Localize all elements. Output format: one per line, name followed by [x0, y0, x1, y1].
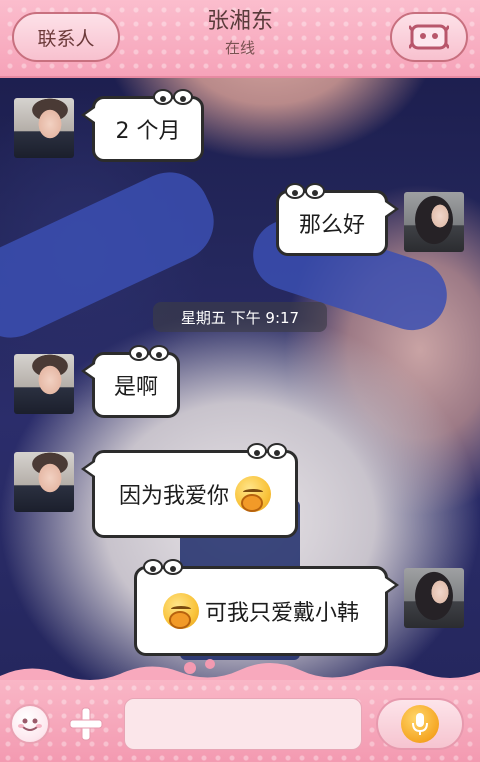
contact-name: 张湘东 — [206, 9, 273, 34]
friend-avatar[interactable] — [14, 98, 74, 158]
message-text: 那么好 — [298, 213, 365, 238]
message-text: 因为我爱你 — [118, 484, 229, 509]
contact-status: 在线 — [224, 39, 255, 57]
add-attachment-button[interactable] — [66, 704, 106, 744]
plus-icon — [69, 707, 103, 741]
message-input[interactable] — [124, 698, 362, 750]
contacts-button-label: 联系人 — [37, 27, 95, 50]
my-avatar[interactable] — [404, 568, 464, 628]
message-bubble-friend[interactable]: 因为我爱你 — [81, 443, 298, 538]
chat-header: 联系人 张湘东 在线 — [0, 0, 480, 78]
cartoon-eyes-icon — [143, 559, 183, 575]
message-bubble-me[interactable]: 那么好 — [276, 183, 399, 256]
friend-avatar[interactable] — [14, 452, 74, 512]
profile-button[interactable] — [390, 12, 468, 62]
chat-title: 张湘东 在线 — [140, 6, 340, 58]
blushing-face-icon — [162, 593, 199, 629]
message-text: 2 个月 — [115, 119, 181, 144]
message-bubble-me[interactable]: 可我只爱戴小韩 — [134, 559, 399, 656]
my-avatar[interactable] — [404, 192, 464, 252]
cartoon-eyes-icon — [129, 345, 169, 361]
emoji-button[interactable] — [10, 704, 50, 744]
voice-button[interactable] — [376, 698, 464, 750]
message-text: 是啊 — [113, 375, 158, 400]
cartoon-eyes-icon — [247, 443, 287, 459]
microphone-icon — [401, 705, 439, 743]
message-bubble-friend[interactable]: 是啊 — [81, 345, 180, 418]
smiley-icon — [18, 718, 42, 731]
cartoon-eyes-icon — [153, 89, 193, 105]
message-text: 可我只爱戴小韩 — [204, 601, 359, 626]
input-bar — [0, 680, 480, 762]
message-timestamp: 星期五 下午 9:17 — [153, 302, 327, 332]
message-bubble-friend[interactable]: 2 个月 — [81, 89, 204, 162]
friend-avatar[interactable] — [14, 354, 74, 414]
face-icon — [409, 24, 449, 50]
cartoon-eyes-icon — [285, 183, 325, 199]
contacts-button[interactable]: 联系人 — [12, 12, 120, 62]
blushing-face-icon — [235, 476, 271, 512]
